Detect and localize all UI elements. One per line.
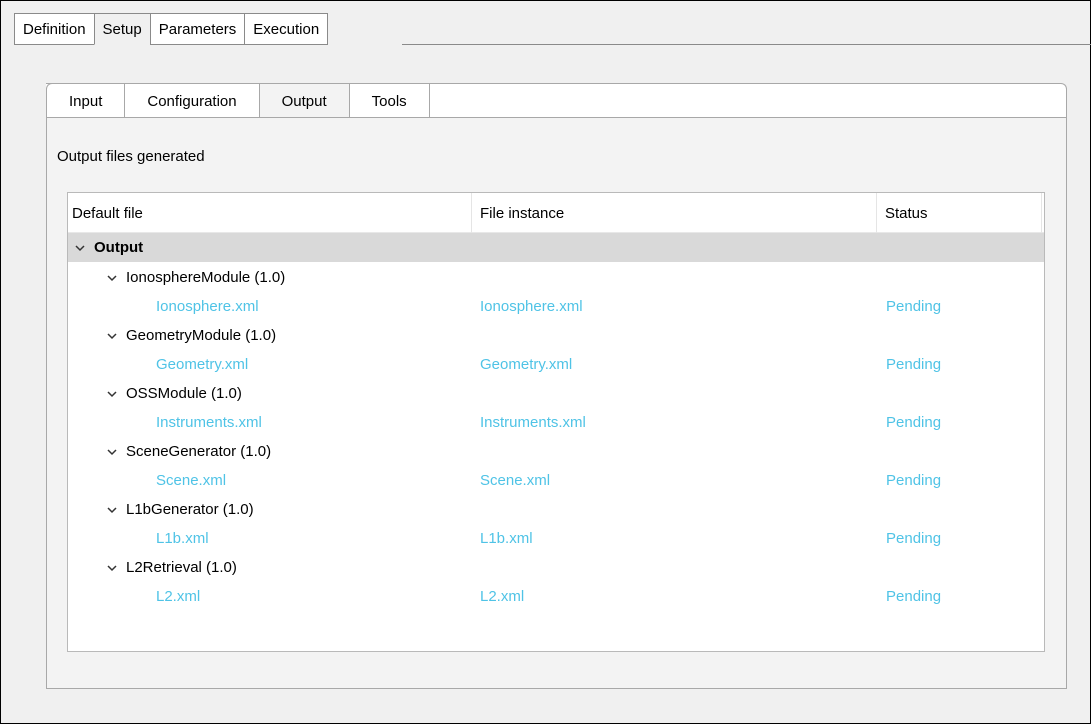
module-row[interactable]: SceneGenerator (1.0) <box>68 437 1044 466</box>
module-row[interactable]: L1bGenerator (1.0) <box>68 495 1044 524</box>
file-status: Pending <box>886 414 942 431</box>
module-name: GeometryModule (1.0) <box>126 327 277 344</box>
file-row[interactable]: Scene.xml Scene.xml Pending <box>68 466 1044 495</box>
file-instance: L2.xml <box>480 588 525 605</box>
file-row[interactable]: Ionosphere.xml Ionosphere.xml Pending <box>68 292 1044 321</box>
tab-bar-divider <box>402 44 1091 45</box>
default-file: L1b.xml <box>156 530 209 547</box>
setup-tab-group: Input Configuration Output Tools Output … <box>46 83 1067 689</box>
tab-configuration[interactable]: Configuration <box>124 83 259 118</box>
file-instance: Scene.xml <box>480 472 551 489</box>
chevron-down-icon[interactable] <box>74 242 88 254</box>
tab-setup[interactable]: Setup <box>93 13 150 45</box>
module-name: L1bGenerator (1.0) <box>126 501 254 518</box>
file-status: Pending <box>886 356 942 373</box>
module-row[interactable]: OSSModule (1.0) <box>68 379 1044 408</box>
chevron-down-icon[interactable] <box>106 562 120 574</box>
outer-tab-bar: Definition Setup Parameters Execution <box>14 13 329 45</box>
window: Definition Setup Parameters Execution In… <box>0 0 1091 724</box>
tab-parameters[interactable]: Parameters <box>149 13 245 45</box>
tab-input[interactable]: Input <box>46 83 125 118</box>
file-status: Pending <box>886 472 942 489</box>
tab-definition[interactable]: Definition <box>14 13 94 45</box>
default-file: Ionosphere.xml <box>156 298 259 315</box>
column-divider[interactable] <box>876 193 877 233</box>
tab-output[interactable]: Output <box>258 83 349 118</box>
file-instance: Instruments.xml <box>480 414 586 431</box>
file-instance: L1b.xml <box>480 530 533 547</box>
file-row[interactable]: Geometry.xml Geometry.xml Pending <box>68 350 1044 379</box>
module-name: IonosphereModule (1.0) <box>126 269 286 286</box>
file-instance: Ionosphere.xml <box>480 298 583 315</box>
file-status: Pending <box>886 298 942 315</box>
column-divider <box>1041 193 1042 233</box>
chevron-down-icon[interactable] <box>106 446 120 458</box>
file-instance: Geometry.xml <box>480 356 573 373</box>
column-header-file-instance[interactable]: File instance <box>476 193 876 233</box>
file-row[interactable]: L1b.xml L1b.xml Pending <box>68 524 1044 553</box>
module-name: L2Retrieval (1.0) <box>126 559 237 576</box>
module-name: OSSModule (1.0) <box>126 385 242 402</box>
file-status: Pending <box>886 588 942 605</box>
chevron-down-icon[interactable] <box>106 388 120 400</box>
output-panel: Output files generated Default file File… <box>46 117 1067 689</box>
default-file: Scene.xml <box>156 472 227 489</box>
column-header-status[interactable]: Status <box>881 193 1041 233</box>
inner-tab-bar: Input Configuration Output Tools <box>46 83 430 118</box>
output-files-tree[interactable]: Default file File instance Status Output <box>67 192 1045 652</box>
module-row[interactable]: IonosphereModule (1.0) <box>68 263 1044 292</box>
tree-root-row[interactable]: Output <box>68 233 1044 262</box>
file-row[interactable]: Instruments.xml Instruments.xml Pending <box>68 408 1044 437</box>
module-name: SceneGenerator (1.0) <box>126 443 272 460</box>
chevron-down-icon[interactable] <box>106 272 120 284</box>
chevron-down-icon[interactable] <box>106 504 120 516</box>
column-header-default-file[interactable]: Default file <box>68 193 471 233</box>
file-status: Pending <box>886 530 942 547</box>
tree-header: Default file File instance Status <box>68 193 1044 233</box>
default-file: L2.xml <box>156 588 201 605</box>
module-row[interactable]: GeometryModule (1.0) <box>68 321 1044 350</box>
tab-tools[interactable]: Tools <box>348 83 430 118</box>
file-row[interactable]: L2.xml L2.xml Pending <box>68 582 1044 611</box>
chevron-down-icon[interactable] <box>106 330 120 342</box>
default-file: Instruments.xml <box>156 414 262 431</box>
module-row[interactable]: L2Retrieval (1.0) <box>68 553 1044 582</box>
section-title: Output files generated <box>57 148 205 165</box>
tab-execution[interactable]: Execution <box>244 13 329 45</box>
column-divider[interactable] <box>471 193 472 233</box>
root-label: Output <box>94 239 144 256</box>
default-file: Geometry.xml <box>156 356 249 373</box>
